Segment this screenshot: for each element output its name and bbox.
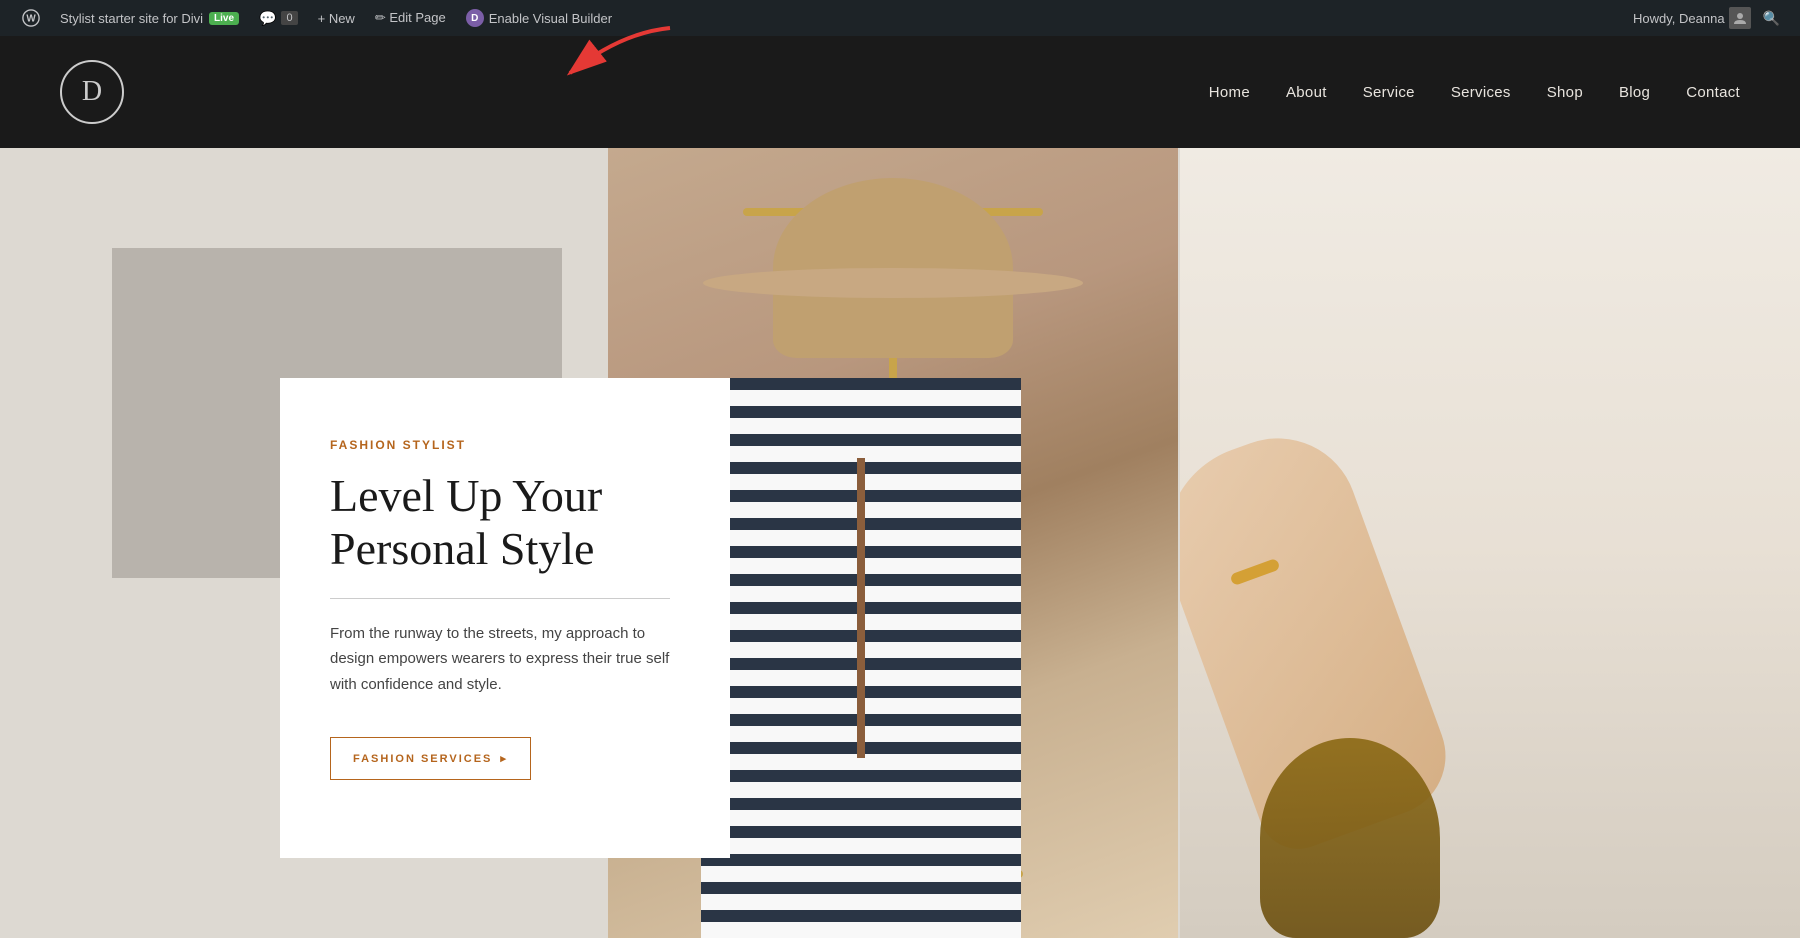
new-label: + New	[318, 11, 355, 26]
fashion-services-cta[interactable]: FASHION SERVICES ▸	[330, 737, 531, 780]
wp-logo-item[interactable]: W	[12, 0, 50, 36]
shirt-visual	[701, 378, 1021, 938]
nav-service[interactable]: Service	[1363, 84, 1415, 101]
shirt-stripe-2	[701, 406, 1021, 418]
divi-icon: D	[466, 9, 484, 27]
comment-count: 0	[281, 11, 297, 25]
shirt-stripe-18	[701, 854, 1021, 866]
head-figure	[1260, 738, 1440, 938]
logo-letter: D	[82, 76, 102, 108]
card-title: Level Up Your Personal Style	[330, 470, 680, 576]
shirt-stripe-17	[701, 826, 1021, 838]
new-item[interactable]: + New	[308, 0, 365, 36]
site-header: D Home About Service Services Shop Blog …	[0, 36, 1800, 148]
nav-shop[interactable]: Shop	[1547, 84, 1583, 101]
hat-brim	[703, 268, 1083, 298]
shirt-stripe-19	[701, 882, 1021, 894]
comment-icon: 💬	[259, 10, 276, 27]
nav-contact[interactable]: Contact	[1686, 84, 1740, 101]
site-name-item[interactable]: Stylist starter site for Divi Live	[50, 0, 249, 36]
edit-page-label: ✏ Edit Page	[375, 10, 446, 26]
enable-visual-builder-label: Enable Visual Builder	[489, 11, 612, 26]
cta-label: FASHION SERVICES	[353, 753, 492, 765]
nav-home[interactable]: Home	[1209, 84, 1250, 101]
cta-arrow-icon: ▸	[500, 752, 508, 765]
card-eyebrow: FASHION STYLIST	[330, 438, 680, 452]
divi-item[interactable]: D Enable Visual Builder	[456, 0, 622, 36]
shirt-stripe-15	[701, 770, 1021, 782]
site-nav: Home About Service Services Shop Blog Co…	[1209, 84, 1740, 101]
card-divider	[330, 598, 670, 599]
svg-text:W: W	[26, 14, 36, 25]
shirt-stripe-3	[701, 434, 1021, 446]
howdy-text: Howdy, Deanna	[1633, 11, 1725, 26]
user-avatar[interactable]	[1729, 7, 1751, 29]
search-icon[interactable]: 🔍	[1755, 10, 1788, 27]
avatar-icon	[1732, 10, 1748, 26]
card-body-text: From the runway to the streets, my appro…	[330, 621, 680, 698]
nav-services[interactable]: Services	[1451, 84, 1511, 101]
hero-content-card: FASHION STYLIST Level Up Your Personal S…	[280, 378, 730, 858]
nav-about[interactable]: About	[1286, 84, 1327, 101]
live-badge: Live	[209, 12, 239, 25]
hero-section: FASHION STYLIST Level Up Your Personal S…	[0, 148, 1800, 938]
wordpress-icon: W	[22, 9, 40, 27]
admin-bar: W Stylist starter site for Divi Live 💬 0…	[0, 0, 1800, 36]
comments-item[interactable]: 💬 0	[249, 0, 308, 36]
shirt-stripe-20	[701, 910, 1021, 922]
site-logo[interactable]: D	[60, 60, 124, 124]
shirt-strap	[857, 458, 865, 758]
admin-bar-right: Howdy, Deanna 🔍	[1633, 7, 1788, 29]
right-photo	[1180, 148, 1800, 938]
shirt-stripe-1	[701, 378, 1021, 390]
nav-blog[interactable]: Blog	[1619, 84, 1650, 101]
edit-page-item[interactable]: ✏ Edit Page	[365, 0, 456, 36]
shirt-stripe-16	[701, 798, 1021, 810]
site-name-text: Stylist starter site for Divi	[60, 11, 203, 26]
